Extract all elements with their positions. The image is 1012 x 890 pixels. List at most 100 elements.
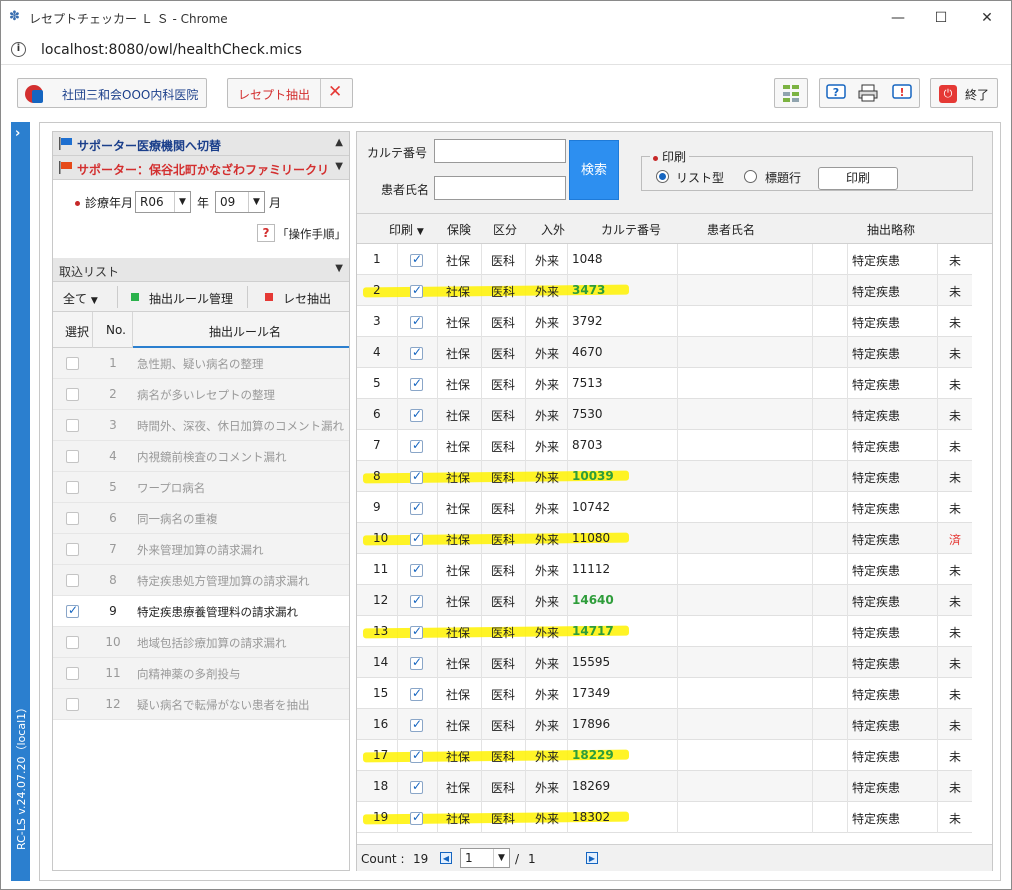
print-checkbox[interactable] — [410, 779, 423, 794]
supporter-switch-header[interactable]: サポーター医療機関へ切替 ▲ — [53, 132, 349, 156]
all-filter-dropdown[interactable]: 全て ▼ — [63, 290, 98, 307]
result-row[interactable]: 15 社保 医科 外来 17349 特定疾患 未 — [357, 678, 972, 709]
maximize-button[interactable]: ☐ — [921, 5, 961, 31]
karte-number-cell[interactable]: 18229 — [572, 748, 614, 762]
print-checkbox[interactable] — [410, 407, 423, 422]
karte-number-cell[interactable]: 4670 — [572, 345, 603, 359]
karte-number-cell[interactable]: 10742 — [572, 500, 610, 514]
expand-chevron-icon[interactable]: › — [15, 126, 20, 141]
karte-number-cell[interactable]: 1048 — [572, 252, 603, 266]
patient-name-input[interactable] — [434, 176, 566, 200]
karte-number-cell[interactable]: 7513 — [572, 376, 603, 390]
rule-checkbox[interactable] — [66, 603, 79, 618]
alert-message-icon[interactable]: ! — [892, 84, 912, 105]
info-icon[interactable]: i — [11, 42, 26, 57]
radio-list-type[interactable] — [656, 170, 669, 183]
rule-row[interactable]: 6 同一病名の重複 — [53, 503, 349, 534]
rule-row[interactable]: 1 急性期、疑い病名の整理 — [53, 348, 349, 379]
help-question-icon[interactable]: ? — [826, 84, 846, 105]
result-row[interactable]: 13 社保 医科 外来 14717 特定疾患 未 — [357, 616, 972, 647]
rule-checkbox[interactable] — [66, 698, 79, 711]
help-question-icon[interactable]: ? — [257, 224, 275, 242]
print-checkbox[interactable] — [410, 376, 423, 391]
rule-checkbox[interactable] — [66, 450, 79, 463]
karte-number-cell[interactable]: 3792 — [572, 314, 603, 328]
print-document-icon[interactable] — [858, 84, 878, 105]
rule-tree-button[interactable] — [774, 78, 808, 108]
result-row[interactable]: 14 社保 医科 外来 15595 特定疾患 未 — [357, 647, 972, 678]
print-checkbox[interactable] — [410, 500, 423, 515]
print-checkbox[interactable] — [410, 283, 423, 298]
minimize-button[interactable]: — — [878, 5, 918, 31]
print-checkbox[interactable] — [410, 655, 423, 670]
print-checkbox[interactable] — [410, 314, 423, 329]
chevron-down-icon[interactable]: ▼ — [335, 263, 343, 274]
collapse-up-icon[interactable]: ▲ — [335, 137, 343, 148]
rule-checkbox[interactable] — [66, 388, 79, 401]
print-checkbox[interactable] — [410, 593, 423, 608]
rule-checkbox[interactable] — [66, 357, 79, 370]
year-select[interactable]: R06 ▼ — [135, 191, 191, 213]
karte-number-input[interactable] — [434, 139, 566, 163]
prev-page-icon[interactable]: ◀ — [440, 852, 452, 864]
result-row[interactable]: 8 社保 医科 外来 10039 特定疾患 未 — [357, 461, 972, 492]
operation-guide-link[interactable]: 「操作手順」 — [277, 226, 346, 242]
import-list-header[interactable]: 取込リスト ▼ — [53, 258, 349, 282]
karte-number-cell[interactable]: 18302 — [572, 810, 610, 824]
search-button[interactable]: 検索 — [569, 140, 619, 200]
print-checkbox[interactable] — [410, 624, 423, 639]
rule-checkbox[interactable] — [66, 667, 79, 680]
print-checkbox[interactable] — [410, 531, 423, 546]
print-checkbox[interactable] — [410, 345, 423, 360]
print-button[interactable]: 印刷 — [818, 167, 898, 190]
rule-checkbox[interactable] — [66, 419, 79, 432]
print-checkbox[interactable] — [410, 252, 423, 267]
result-row[interactable]: 12 社保 医科 外来 14640 特定疾患 未 — [357, 585, 972, 616]
print-checkbox[interactable] — [410, 748, 423, 763]
result-row[interactable]: 1 社保 医科 外来 1048 特定疾患 未 — [357, 244, 972, 275]
supporter-name-header[interactable]: サポーター：保谷北町かなざわファミリークリ ▼ — [53, 156, 349, 180]
result-row[interactable]: 11 社保 医科 外来 11112 特定疾患 未 — [357, 554, 972, 585]
rule-row[interactable]: 12 疑い病名で転帰がない患者を抽出 — [53, 689, 349, 720]
rule-checkbox[interactable] — [66, 574, 79, 587]
rule-row[interactable]: 8 特定疾患処方管理加算の請求漏れ — [53, 565, 349, 596]
print-checkbox[interactable] — [410, 438, 423, 453]
print-checkbox[interactable] — [410, 562, 423, 577]
print-checkbox[interactable] — [410, 686, 423, 701]
radio-title-row[interactable] — [744, 170, 757, 183]
karte-number-cell[interactable]: 11080 — [572, 531, 610, 545]
karte-number-cell[interactable]: 18269 — [572, 779, 610, 793]
result-row[interactable]: 6 社保 医科 外来 7530 特定疾患 未 — [357, 399, 972, 430]
result-row[interactable]: 3 社保 医科 外来 3792 特定疾患 未 — [357, 306, 972, 337]
result-row[interactable]: 9 社保 医科 外来 10742 特定疾患 未 — [357, 492, 972, 523]
rule-row[interactable]: 2 病名が多いレセプトの整理 — [53, 379, 349, 410]
result-row[interactable]: 4 社保 医科 外来 4670 特定疾患 未 — [357, 337, 972, 368]
karte-number-cell[interactable]: 17896 — [572, 717, 610, 731]
karte-number-cell[interactable]: 8703 — [572, 438, 603, 452]
rule-checkbox[interactable] — [66, 543, 79, 556]
result-row[interactable]: 18 社保 医科 外来 18269 特定疾患 未 — [357, 771, 972, 802]
rule-checkbox[interactable] — [66, 481, 79, 494]
chevron-down-icon[interactable]: ▼ — [335, 161, 343, 172]
next-page-icon[interactable]: ▶ — [586, 852, 598, 864]
print-checkbox[interactable] — [410, 810, 423, 825]
karte-number-cell[interactable]: 14640 — [572, 593, 614, 607]
month-select[interactable]: 09 ▼ — [215, 191, 265, 213]
rule-manage-button[interactable]: 抽出ルール管理 — [149, 290, 233, 307]
receipt-extract-button[interactable]: レセプト抽出 ✕ — [227, 78, 353, 108]
rule-row[interactable]: 5 ワープロ病名 — [53, 472, 349, 503]
close-window-button[interactable]: ✕ — [967, 5, 1007, 31]
url-text[interactable]: localhost:8080/owl/healthCheck.mics — [41, 42, 302, 58]
col-print-header[interactable]: 印刷 ▼ — [389, 221, 424, 238]
clinic-button[interactable]: 社団三和会OOO内科医院 — [17, 78, 207, 108]
karte-number-cell[interactable]: 15595 — [572, 655, 610, 669]
karte-number-cell[interactable]: 17349 — [572, 686, 610, 700]
print-checkbox[interactable] — [410, 469, 423, 484]
page-select[interactable]: 1 ▼ — [460, 848, 510, 868]
rule-row[interactable]: 7 外来管理加算の請求漏れ — [53, 534, 349, 565]
result-row[interactable]: 5 社保 医科 外来 7513 特定疾患 未 — [357, 368, 972, 399]
karte-number-cell[interactable]: 14717 — [572, 624, 614, 638]
rule-row[interactable]: 3 時間外、深夜、休日加算のコメント漏れ — [53, 410, 349, 441]
result-row[interactable]: 16 社保 医科 外来 17896 特定疾患 未 — [357, 709, 972, 740]
karte-number-cell[interactable]: 11112 — [572, 562, 610, 576]
